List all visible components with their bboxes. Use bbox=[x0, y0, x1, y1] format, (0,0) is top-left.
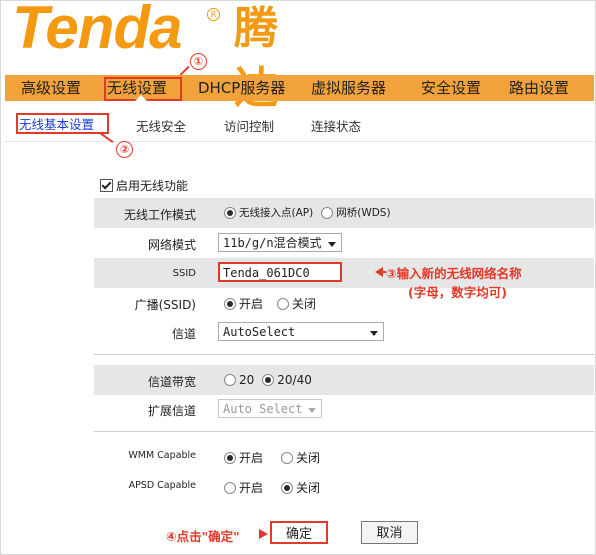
annotation-step-4: ④点击"确定" bbox=[166, 529, 240, 544]
nav-security-settings[interactable]: 安全设置 bbox=[421, 75, 481, 101]
wmm-off-radio[interactable] bbox=[281, 451, 294, 464]
apsd-on-radio[interactable] bbox=[224, 481, 236, 494]
work-mode-ap-label: 无线接入点(AP) bbox=[239, 207, 314, 219]
apsd-off-radio[interactable] bbox=[281, 481, 294, 494]
bandwidth-control: 20 20/40 bbox=[224, 372, 320, 387]
nav-routing-settings[interactable]: 路由设置 bbox=[509, 75, 569, 101]
broadcast-off-radio[interactable] bbox=[277, 297, 290, 310]
network-mode-select[interactable]: 11b/g/n混合模式 bbox=[218, 233, 342, 252]
channel-select[interactable]: AutoSelect bbox=[218, 322, 384, 341]
section-divider bbox=[94, 431, 594, 432]
channel-row: 信道 AutoSelect bbox=[94, 317, 594, 347]
wmm-control: 开启 关闭 bbox=[224, 449, 328, 466]
broadcast-off-label: 关闭 bbox=[292, 297, 317, 311]
tab-wireless-security[interactable]: 无线安全 bbox=[136, 116, 186, 135]
ext-channel-value: Auto Select bbox=[223, 402, 303, 416]
apsd-label: APSD Capable bbox=[128, 480, 196, 491]
ssid-input[interactable]: Tenda_061DC0 bbox=[218, 262, 342, 282]
bandwidth-20-radio[interactable] bbox=[224, 373, 236, 386]
chevron-down-icon bbox=[370, 331, 378, 336]
network-mode-row: 网络模式 11b/g/n混合模式 bbox=[94, 228, 594, 258]
tab-connection-status[interactable]: 连接状态 bbox=[311, 116, 361, 135]
tab-access-control[interactable]: 访问控制 bbox=[224, 116, 274, 135]
enable-wireless-checkbox[interactable] bbox=[100, 179, 113, 192]
broadcast-row: 广播(SSID) 开启 关闭 bbox=[94, 288, 594, 318]
ext-channel-label: 扩展信道 bbox=[147, 404, 196, 418]
channel-label: 信道 bbox=[171, 327, 196, 341]
enable-wireless-label: 启用无线功能 bbox=[116, 179, 189, 193]
subnav-selection-highlight bbox=[16, 113, 109, 134]
cancel-button[interactable]: 取消 bbox=[361, 521, 418, 544]
channel-value: AutoSelect bbox=[223, 325, 296, 339]
wmm-label: WMM Capable bbox=[128, 450, 196, 461]
network-mode-label: 网络模式 bbox=[147, 238, 196, 252]
apsd-control: 开启 关闭 bbox=[224, 479, 328, 496]
work-mode-ap-radio[interactable] bbox=[224, 206, 236, 219]
confirm-button[interactable]: 确定 bbox=[270, 521, 328, 544]
main-nav: 高级设置 无线设置 DHCP服务器 虚拟服务器 安全设置 路由设置 bbox=[5, 75, 594, 101]
annotation-step-2: ② bbox=[116, 141, 133, 158]
bandwidth-2040-label: 20/40 bbox=[277, 372, 312, 387]
broadcast-control: 开启 关闭 bbox=[224, 295, 324, 312]
nav-dhcp-server[interactable]: DHCP服务器 bbox=[198, 75, 285, 101]
annotation-step-3: ③输入新的无线网络名称 bbox=[386, 266, 522, 281]
work-mode-wds-radio[interactable] bbox=[321, 206, 334, 219]
work-mode-label: 无线工作模式 bbox=[123, 208, 196, 222]
bandwidth-label: 信道带宽 bbox=[147, 375, 196, 389]
enable-wireless-row: 启用无线功能 bbox=[100, 177, 188, 194]
bandwidth-20-label: 20 bbox=[239, 372, 255, 387]
apsd-off-label: 关闭 bbox=[296, 481, 321, 495]
wmm-off-label: 关闭 bbox=[296, 451, 321, 465]
chevron-down-icon bbox=[328, 242, 336, 247]
divider bbox=[5, 141, 594, 142]
ssid-label: SSID bbox=[172, 268, 196, 279]
annotation-step-1: ① bbox=[190, 53, 207, 70]
registered-mark-icon: R bbox=[207, 8, 220, 21]
broadcast-on-label: 开启 bbox=[239, 297, 264, 311]
wmm-on-radio[interactable] bbox=[224, 451, 236, 464]
broadcast-label: 广播(SSID) bbox=[134, 298, 196, 312]
ext-channel-select[interactable]: Auto Select bbox=[218, 399, 322, 418]
chevron-down-icon bbox=[308, 408, 316, 413]
section-divider bbox=[94, 354, 594, 355]
work-mode-control: 无线接入点(AP) 网桥(WDS) bbox=[224, 205, 399, 220]
apsd-row: APSD Capable 开启 关闭 bbox=[94, 470, 594, 500]
ext-channel-row: 扩展信道 Auto Select bbox=[94, 394, 594, 424]
nav-virtual-server[interactable]: 虚拟服务器 bbox=[311, 75, 386, 101]
logo-wordmark: Tenda bbox=[12, 0, 182, 61]
work-mode-row: 无线工作模式 无线接入点(AP) 网桥(WDS) bbox=[94, 198, 594, 228]
bandwidth-2040-radio[interactable] bbox=[262, 373, 275, 386]
apsd-on-label: 开启 bbox=[239, 481, 264, 495]
broadcast-on-radio[interactable] bbox=[224, 297, 236, 310]
work-mode-wds-label: 网桥(WDS) bbox=[336, 207, 391, 219]
nav-advanced-settings[interactable]: 高级设置 bbox=[21, 75, 81, 101]
annotation-arrow-4-icon bbox=[259, 529, 268, 539]
wmm-on-label: 开启 bbox=[239, 451, 264, 465]
bandwidth-row: 信道带宽 20 20/40 bbox=[94, 365, 594, 395]
wmm-row: WMM Capable 开启 关闭 bbox=[94, 440, 594, 470]
network-mode-value: 11b/g/n混合模式 bbox=[223, 236, 322, 250]
